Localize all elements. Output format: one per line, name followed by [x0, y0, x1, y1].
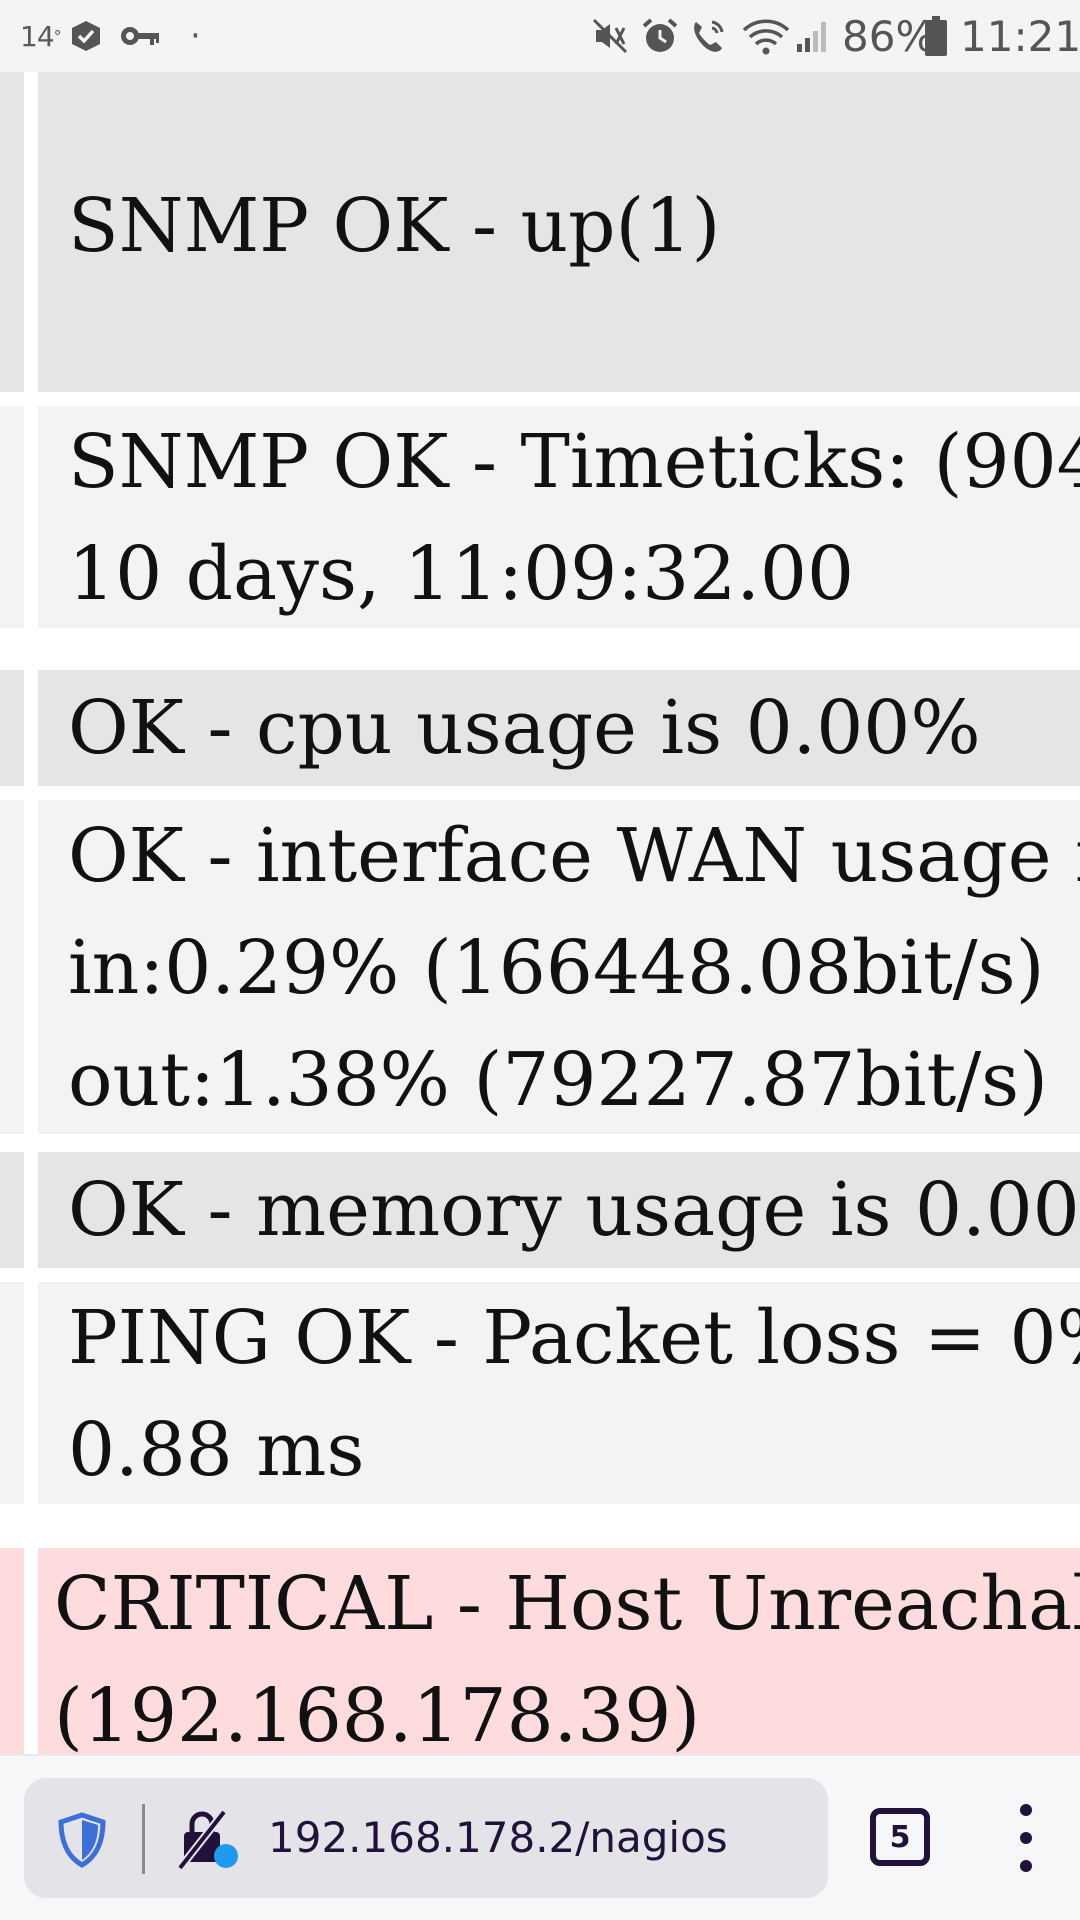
shield-check-icon	[68, 0, 104, 72]
status-info-cell: CRITICAL - Host Unreachable (192.168.178…	[38, 1548, 1080, 1754]
status-info-line: out:1.38% (79227.87bit/s)	[68, 1037, 1048, 1123]
insecure-connection-lock-icon[interactable]	[176, 1808, 250, 1872]
row-left-cell	[0, 406, 24, 628]
address-bar[interactable]: 192.168.178.2/nagios	[24, 1778, 828, 1898]
status-info-line: 10 days, 11:09:32.00	[68, 531, 855, 617]
key-icon	[120, 0, 162, 72]
row-left-cell	[0, 670, 24, 786]
status-info-cell: OK - memory usage is 0.00%	[38, 1152, 1080, 1268]
wifi-call-icon	[688, 0, 728, 72]
more-menu-icon[interactable]	[1002, 1798, 1050, 1878]
status-info-cell: SNMP OK - Timeticks: (90417 10 days, 11:…	[38, 406, 1080, 628]
row-left-cell	[0, 1282, 24, 1504]
status-info-cell: OK - cpu usage is 0.00%	[38, 670, 1080, 786]
row-left-cell	[0, 1548, 24, 1754]
browser-toolbar: 192.168.178.2/nagios 5	[0, 1754, 1080, 1920]
notification-dot: ·	[190, 16, 201, 56]
status-info-line: PING OK - Packet loss = 0%, R	[68, 1295, 1080, 1381]
status-info-cell: SNMP OK - up(1)	[38, 72, 1080, 392]
battery-icon	[924, 0, 948, 72]
status-info-cell: OK - interface WAN usage is in:0.29% (16…	[38, 800, 1080, 1134]
mute-icon	[590, 0, 630, 72]
tracking-protection-shield-icon[interactable]	[56, 1812, 108, 1868]
status-info-line: SNMP OK - Timeticks: (90417	[68, 419, 1080, 505]
temperature-value: 14	[20, 19, 55, 53]
status-info-line: OK - memory usage is 0.00%	[68, 1167, 1080, 1253]
alarm-icon	[640, 0, 680, 72]
table-row: PING OK - Packet loss = 0%, R 0.88 ms	[0, 1282, 1080, 1504]
status-info-line: 0.88 ms	[68, 1407, 365, 1493]
clock: 11:21	[960, 11, 1080, 61]
tabs-count-button[interactable]: 5	[870, 1808, 930, 1866]
row-left-cell	[0, 1152, 24, 1268]
nagios-service-table: SNMP OK - up(1) SNMP OK - Timeticks: (90…	[0, 72, 1080, 1754]
status-bar: 14 ° · 86% 11:21	[0, 0, 1080, 72]
table-row: OK - interface WAN usage is in:0.29% (16…	[0, 800, 1080, 1134]
signal-icon	[795, 0, 831, 72]
status-info-line: in:0.29% (166448.08bit/s)	[68, 925, 1045, 1011]
address-bar-divider	[142, 1804, 145, 1874]
status-info-cell: PING OK - Packet loss = 0%, R 0.88 ms	[38, 1282, 1080, 1504]
temperature: 14 °	[20, 0, 62, 72]
table-row: SNMP OK - up(1)	[0, 72, 1080, 392]
table-row: SNMP OK - Timeticks: (90417 10 days, 11:…	[0, 406, 1080, 628]
temperature-unit: °	[53, 26, 62, 46]
url-text[interactable]: 192.168.178.2/nagios	[268, 1778, 728, 1898]
status-info-line: (192.168.178.39)	[54, 1673, 701, 1754]
row-left-cell	[0, 800, 24, 1134]
wifi-icon	[740, 0, 792, 72]
status-info-line: OK - cpu usage is 0.00%	[68, 685, 981, 771]
table-row: OK - memory usage is 0.00%	[0, 1152, 1080, 1268]
status-info-line: CRITICAL - Host Unreachable	[54, 1561, 1080, 1647]
battery-percent: 86%	[842, 11, 936, 61]
row-left-cell	[0, 72, 24, 392]
status-info-line: OK - interface WAN usage is	[68, 813, 1080, 899]
table-row: OK - cpu usage is 0.00%	[0, 670, 1080, 786]
status-info-line: SNMP OK - up(1)	[68, 183, 721, 269]
table-row-critical: CRITICAL - Host Unreachable (192.168.178…	[0, 1548, 1080, 1754]
